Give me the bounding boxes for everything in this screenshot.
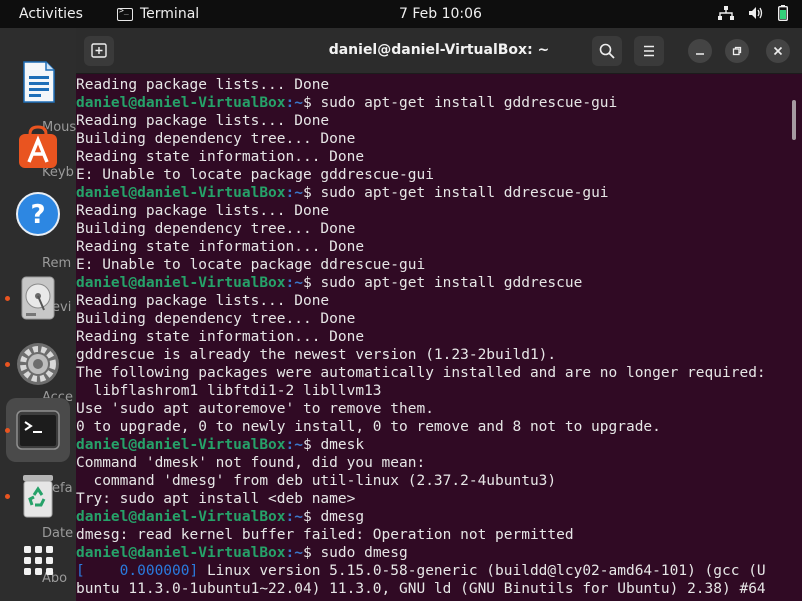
prompt-path: :~ — [285, 509, 303, 525]
search-icon — [599, 43, 615, 59]
volume-icon — [749, 7, 763, 19]
command-text: sudo apt-get install gddrescue-gui — [320, 95, 618, 111]
prompt-path: :~ — [285, 185, 303, 201]
network-icon — [718, 6, 734, 20]
prompt-symbol: $ — [302, 185, 321, 201]
show-apps-icon[interactable] — [14, 538, 62, 586]
running-indicator — [5, 362, 10, 367]
dmesg-timestamp: [ 0.000000] — [76, 563, 199, 579]
command-text: sudo apt-get install gddrescue — [320, 275, 583, 291]
minimize-button[interactable] — [688, 39, 712, 63]
activities-button[interactable]: Activities — [19, 6, 83, 22]
settings-icon[interactable] — [14, 340, 62, 388]
dmesg-text: Linux version 5.15.0-58-generic (buildd@… — [198, 563, 766, 579]
terminal-output-line: E: Unable to locate package ddrescue-gui — [76, 257, 426, 273]
app-menu-label: Terminal — [140, 6, 200, 22]
terminal-command-line: daniel@daniel-VirtualBox:~$ dmesg — [76, 508, 802, 526]
prompt-symbol: $ — [302, 275, 321, 291]
background-text: Rem — [42, 256, 72, 271]
terminal-output-line: Reading state information... Done — [76, 239, 365, 255]
clock[interactable]: 7 Feb 10:06 — [399, 6, 482, 22]
terminal-output-line: Building dependency tree... Done — [76, 131, 356, 147]
disks-icon[interactable] — [14, 274, 62, 322]
prompt-path: :~ — [285, 437, 303, 453]
terminal-icon[interactable] — [14, 406, 62, 454]
terminal-output-line: libflashrom1 libftdi1-2 libllvm13 — [76, 383, 382, 399]
running-indicator — [5, 296, 10, 301]
terminal-output[interactable]: Reading package lists... Done daniel@dani… — [76, 76, 802, 601]
prompt-symbol: $ — [302, 437, 321, 453]
prompt-symbol: $ — [302, 545, 321, 561]
terminal-output-line: [ 0.000000] Linux version 5.15.0-58-gene… — [76, 562, 802, 580]
terminal-output-line: Try: sudo apt install <deb name> — [76, 491, 356, 507]
terminal-output-line: Use 'sudo apt autoremove' to remove them… — [76, 401, 434, 417]
menu-button[interactable] — [634, 36, 664, 66]
prompt-user: daniel@daniel-VirtualBox — [76, 437, 286, 453]
restore-icon — [732, 46, 742, 56]
command-text: sudo apt-get install ddrescue-gui — [320, 185, 609, 201]
prompt-symbol: $ — [302, 95, 321, 111]
terminal-small-icon — [117, 6, 133, 21]
minimize-icon — [696, 53, 704, 55]
scrollbar[interactable] — [792, 100, 796, 140]
dock: Mous Keyb Rem Devi Acce Defa Date Abo ? — [0, 28, 76, 601]
terminal-output-line: Reading state information... Done — [76, 329, 365, 345]
terminal-output-line: Reading package lists... Done — [76, 293, 330, 309]
battery-icon — [778, 5, 788, 21]
terminal-output-line: buntu 11.3.0-1ubuntu1~22.04) 11.3.0, GNU… — [76, 581, 766, 597]
terminal-output-line: 0 to upgrade, 0 to newly install, 0 to r… — [76, 419, 661, 435]
terminal-output-line: The following packages were automaticall… — [76, 365, 766, 381]
terminal-output-line: dmesg: read kernel buffer failed: Operat… — [76, 527, 574, 543]
app-center-icon[interactable] — [14, 124, 62, 172]
top-bar: Activities Terminal 7 Feb 10:06 — [0, 0, 802, 28]
terminal-command-line: daniel@daniel-VirtualBox:~$ sudo apt-get… — [76, 184, 802, 202]
terminal-output-line: Building dependency tree... Done — [76, 311, 356, 327]
terminal-output-line: E: Unable to locate package gddrescue-gu… — [76, 167, 434, 183]
prompt-path: :~ — [285, 545, 303, 561]
hamburger-menu-icon — [644, 45, 654, 57]
terminal-output-line: command 'dmesg' from deb util-linux (2.3… — [76, 473, 557, 489]
terminal-output-line: Reading package lists... Done — [76, 77, 330, 93]
prompt-user: daniel@daniel-VirtualBox — [76, 95, 286, 111]
terminal-output-line: Reading package lists... Done — [76, 113, 330, 129]
system-tray[interactable] — [718, 5, 788, 21]
terminal-output-line: Building dependency tree... Done — [76, 221, 356, 237]
terminal-command-line: daniel@daniel-VirtualBox:~$ sudo dmesg — [76, 544, 802, 562]
command-text: sudo dmesg — [320, 545, 408, 561]
running-indicator — [5, 428, 10, 433]
terminal-output-line: Reading package lists... Done — [76, 203, 330, 219]
prompt-user: daniel@daniel-VirtualBox — [76, 509, 286, 525]
terminal-window: daniel@daniel-VirtualBox: ~ Reading pack… — [76, 28, 802, 601]
libreoffice-writer-icon[interactable] — [14, 58, 62, 106]
running-indicator — [5, 494, 10, 499]
svg-text:?: ? — [30, 200, 45, 230]
command-text: dmesg — [320, 509, 365, 525]
close-button[interactable] — [766, 39, 790, 63]
prompt-user: daniel@daniel-VirtualBox — [76, 185, 286, 201]
terminal-output-line: Command 'dmesk' not found, did you mean: — [76, 455, 426, 471]
prompt-path: :~ — [285, 95, 303, 111]
help-icon[interactable]: ? — [14, 190, 62, 238]
terminal-command-line: daniel@daniel-VirtualBox:~$ sudo apt-get… — [76, 94, 802, 112]
prompt-path: :~ — [285, 275, 303, 291]
trash-icon[interactable] — [14, 472, 62, 520]
terminal-command-line: daniel@daniel-VirtualBox:~$ dmesk — [76, 436, 802, 454]
maximize-button[interactable] — [725, 39, 749, 63]
prompt-symbol: $ — [302, 509, 321, 525]
prompt-user: daniel@daniel-VirtualBox — [76, 275, 286, 291]
terminal-output-line: Reading state information... Done — [76, 149, 365, 165]
terminal-command-line: daniel@daniel-VirtualBox:~$ sudo apt-get… — [76, 274, 802, 292]
app-menu[interactable]: Terminal — [117, 6, 199, 22]
search-button[interactable] — [592, 36, 622, 66]
header-bar: daniel@daniel-VirtualBox: ~ — [76, 28, 802, 74]
close-icon — [773, 46, 783, 56]
command-text: dmesk — [320, 437, 365, 453]
prompt-user: daniel@daniel-VirtualBox — [76, 545, 286, 561]
terminal-output-line: gddrescue is already the newest version … — [76, 347, 557, 363]
